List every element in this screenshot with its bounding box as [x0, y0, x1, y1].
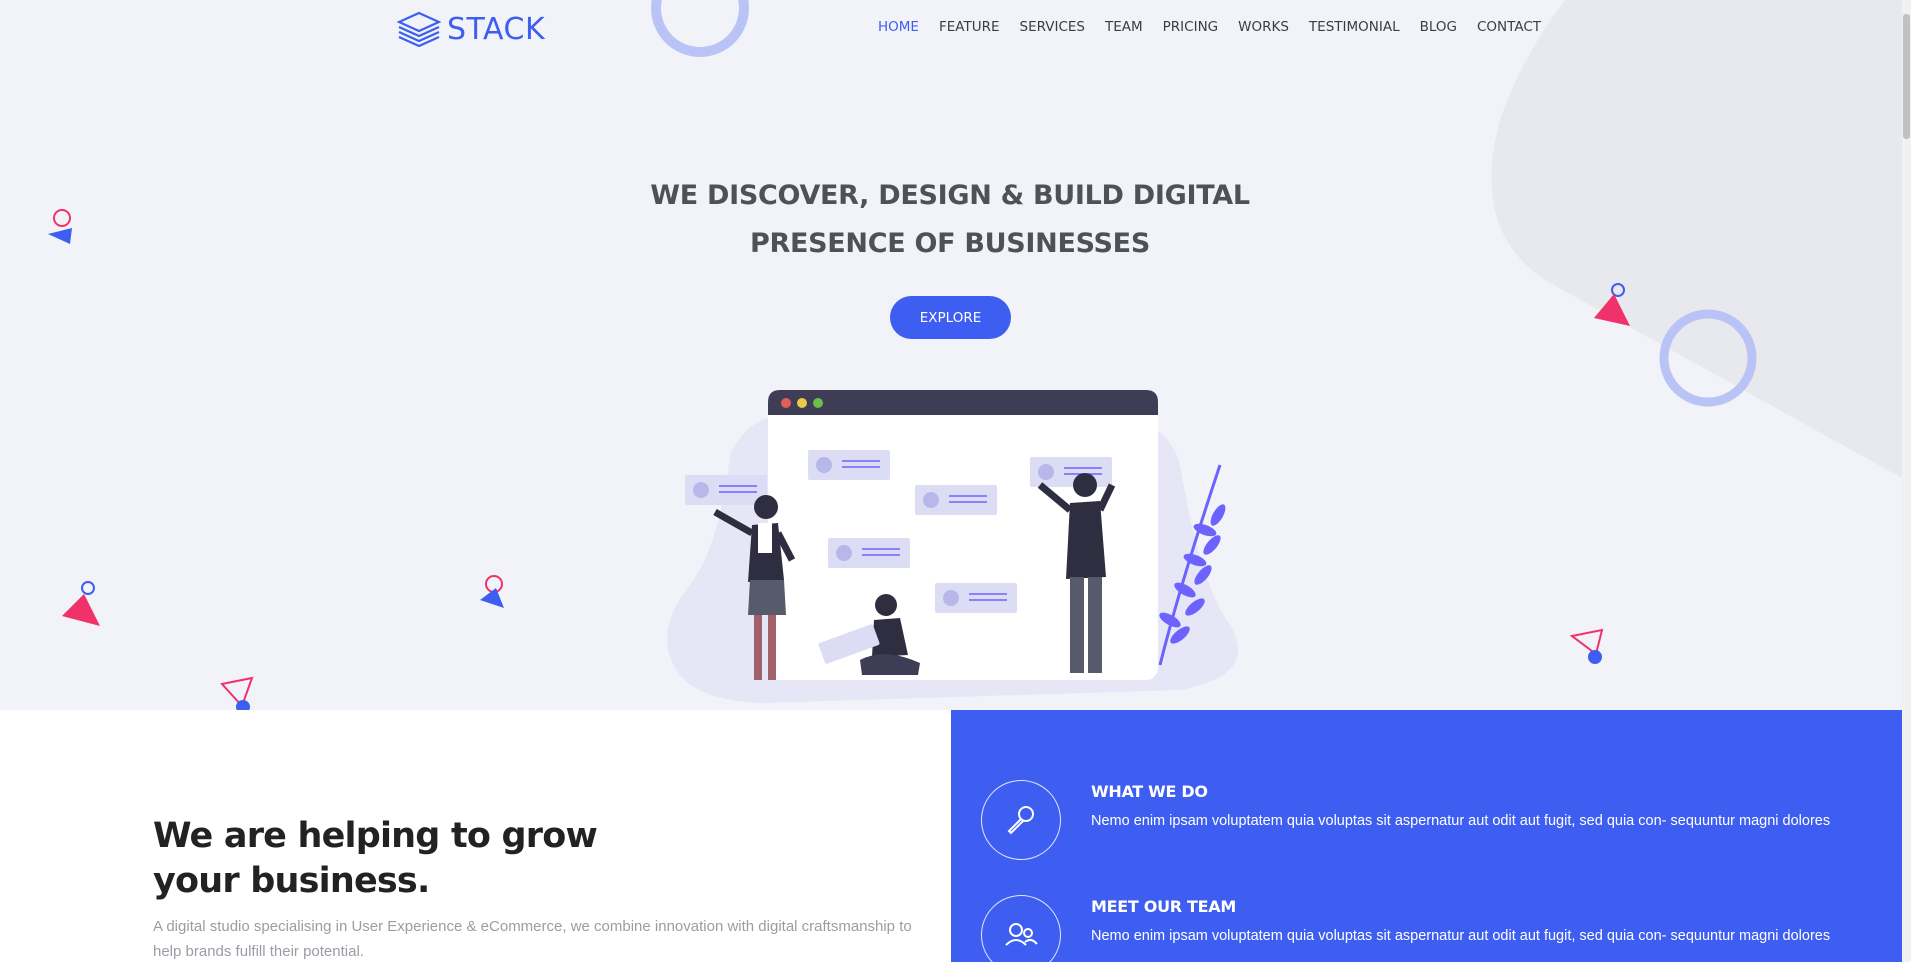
- service-body: WHAT WE DO Nemo enim ipsam voluptatem qu…: [1091, 782, 1830, 860]
- microphone-icon: [981, 780, 1061, 860]
- nav-item-team[interactable]: TEAM: [1095, 19, 1153, 35]
- service-body: MEET OUR TEAM Nemo enim ipsam voluptatem…: [1091, 897, 1830, 962]
- services-section: WHAT WE DO Nemo enim ipsam voluptatem qu…: [951, 710, 1902, 962]
- circle-decoration: [81, 581, 95, 595]
- page-scrollbar[interactable]: [1902, 0, 1911, 962]
- nav-item-pricing[interactable]: PRICING: [1153, 19, 1228, 35]
- service-title: WHAT WE DO: [1091, 782, 1208, 801]
- about-title-line-2: your business.: [153, 861, 430, 901]
- explore-button[interactable]: EXPLORE: [890, 296, 1011, 339]
- scrollbar-thumb[interactable]: [1903, 14, 1910, 139]
- nav-item-contact[interactable]: CONTACT: [1467, 19, 1551, 35]
- service-text: Nemo enim ipsam voluptatem quia voluptas…: [1091, 813, 1831, 829]
- circle-decoration: [1588, 650, 1602, 664]
- hero-section: STACK HOME FEATURE SERVICES TEAM PRICING…: [0, 0, 1902, 710]
- hero-title-line-2: PRESENCE OF BUSINESSES: [750, 228, 1150, 259]
- main-nav: HOME FEATURE SERVICES TEAM PRICING WORKS…: [868, 19, 1551, 35]
- circle-decoration: [53, 209, 71, 227]
- nav-item-works[interactable]: WORKS: [1228, 19, 1299, 35]
- brand-name: STACK: [447, 11, 546, 47]
- hero-title: WE DISCOVER, DESIGN & BUILD DIGITAL PRES…: [530, 172, 1370, 268]
- nav-item-feature[interactable]: FEATURE: [929, 19, 1010, 35]
- triangle-decoration: [62, 594, 100, 626]
- about-title: We are helping to grow your business.: [153, 814, 713, 904]
- about-section: We are helping to grow your business. A …: [0, 710, 951, 962]
- about-description: A digital studio specialising in User Ex…: [153, 918, 912, 960]
- nav-item-blog[interactable]: BLOG: [1410, 19, 1467, 35]
- triangle-decoration: [48, 228, 72, 244]
- about-title-line-1: We are helping to grow: [153, 816, 598, 856]
- ring-decoration: [651, 0, 749, 57]
- service-title: MEET OUR TEAM: [1091, 897, 1236, 916]
- hero-title-line-1: WE DISCOVER, DESIGN & BUILD DIGITAL: [650, 180, 1250, 211]
- triangle-outline-decoration: [1569, 628, 1604, 656]
- service-item-what-we-do: WHAT WE DO Nemo enim ipsam voluptatem qu…: [981, 780, 1830, 860]
- service-item-meet-our-team: MEET OUR TEAM Nemo enim ipsam voluptatem…: [981, 895, 1830, 962]
- team-icon: [981, 895, 1061, 962]
- layers-icon: [397, 11, 441, 47]
- team-collaboration-illustration: [667, 390, 1239, 703]
- triangle-decoration: [480, 588, 504, 608]
- background-blob: [1491, 0, 1902, 478]
- nav-item-testimonial[interactable]: TESTIMONIAL: [1299, 19, 1410, 35]
- service-text: Nemo enim ipsam voluptatem quia voluptas…: [1091, 928, 1831, 944]
- brand-logo[interactable]: STACK: [397, 11, 545, 47]
- nav-item-services[interactable]: SERVICES: [1010, 19, 1095, 35]
- nav-item-home[interactable]: HOME: [868, 19, 929, 35]
